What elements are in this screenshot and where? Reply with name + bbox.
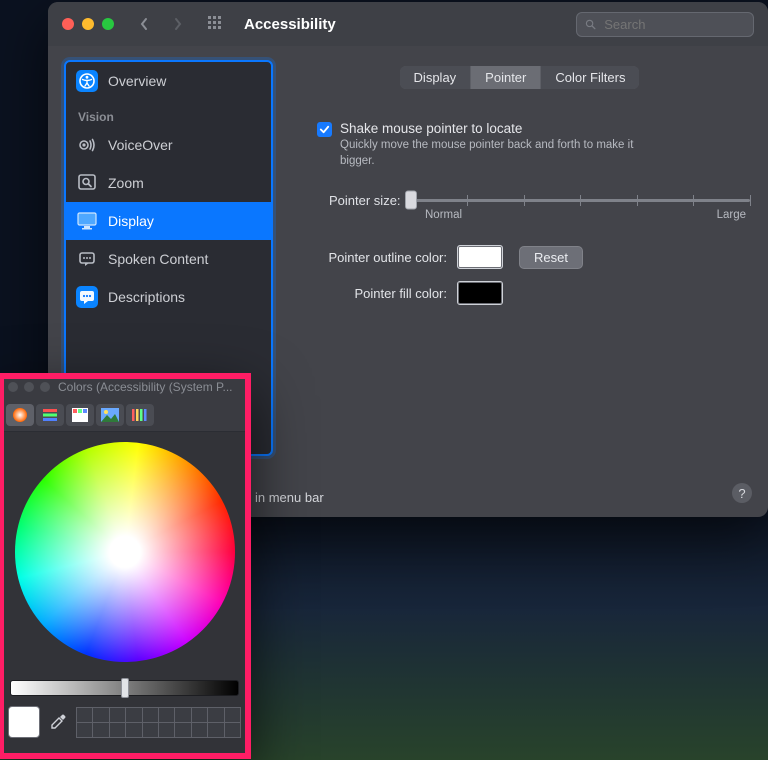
pointer-fill-color-well[interactable] — [457, 281, 503, 305]
spoken-content-icon — [76, 248, 98, 270]
tab-display[interactable]: Display — [400, 66, 472, 89]
picker-zoom-button[interactable] — [40, 382, 50, 392]
sidebar-item-label: Overview — [108, 73, 166, 89]
descriptions-icon — [76, 286, 98, 308]
shake-locate-label: Shake mouse pointer to locate — [340, 121, 670, 136]
color-picker-titlebar: Colors (Accessibility (System P... — [0, 375, 249, 399]
titlebar: Accessibility — [48, 2, 768, 46]
pointer-size-knob[interactable] — [405, 191, 417, 210]
pointer-outline-color-well[interactable] — [457, 245, 503, 269]
brightness-slider[interactable] — [10, 680, 239, 696]
content-pane: Display Pointer Color Filters Shake mous… — [283, 46, 768, 517]
sidebar-item-spoken-content[interactable]: Spoken Content — [66, 240, 271, 278]
pointer-fill-label: Pointer fill color: — [307, 286, 457, 301]
sidebar-item-label: Spoken Content — [108, 251, 208, 267]
pointer-size-max-label: Large — [717, 209, 746, 221]
color-picker-window-controls[interactable] — [8, 382, 50, 392]
voiceover-icon — [76, 134, 98, 156]
color-wheel-icon — [12, 407, 28, 423]
pointer-size-min-label: Normal — [425, 209, 462, 221]
sidebar-item-voiceover[interactable]: VoiceOver — [66, 126, 271, 164]
help-button[interactable]: ? — [732, 483, 752, 503]
chevron-left-icon — [139, 17, 149, 31]
tab-color-filters[interactable]: Color Filters — [541, 66, 639, 89]
sidebar-item-overview[interactable]: Overview — [66, 62, 271, 100]
check-icon — [319, 124, 330, 135]
grid-icon — [208, 16, 224, 32]
pencils-icon — [131, 407, 149, 423]
display-icon — [76, 210, 98, 232]
sidebar-item-zoom[interactable]: Zoom — [66, 164, 271, 202]
color-picker-title: Colors (Accessibility (System P... — [58, 380, 233, 394]
zoom-icon — [76, 172, 98, 194]
show-all-button[interactable] — [206, 14, 226, 34]
pointer-size-label: Pointer size: — [329, 193, 401, 208]
forward-button[interactable] — [166, 12, 190, 36]
accessibility-icon — [76, 70, 98, 92]
eyedropper-icon — [49, 713, 67, 731]
shake-locate-help: Quickly move the mouse pointer back and … — [340, 138, 670, 169]
search-field[interactable] — [576, 12, 754, 37]
chevron-right-icon — [173, 17, 183, 31]
picker-close-button[interactable] — [8, 382, 18, 392]
image-icon — [101, 408, 119, 422]
window-title: Accessibility — [244, 16, 336, 33]
search-icon — [585, 18, 596, 31]
sidebar-item-label: Zoom — [108, 175, 144, 191]
sidebar-item-descriptions[interactable]: Descriptions — [66, 278, 271, 316]
tab-pointer[interactable]: Pointer — [471, 66, 541, 89]
segmented-tabs: Display Pointer Color Filters — [400, 66, 640, 89]
picker-tab-pencils[interactable] — [126, 404, 154, 426]
close-window-button[interactable] — [62, 18, 74, 30]
palette-icon — [72, 408, 88, 422]
sidebar-item-label: Display — [108, 213, 154, 229]
brightness-knob[interactable] — [121, 678, 129, 698]
back-button[interactable] — [132, 12, 156, 36]
sidebar-section-vision: Vision — [66, 100, 271, 126]
eyedropper-button[interactable] — [48, 712, 68, 732]
zoom-window-button[interactable] — [102, 18, 114, 30]
search-input[interactable] — [602, 16, 745, 33]
color-wheel-cursor[interactable] — [116, 543, 134, 561]
sidebar-item-label: Descriptions — [108, 289, 185, 305]
pointer-size-slider[interactable] — [411, 191, 750, 209]
picker-tab-sliders[interactable] — [36, 404, 64, 426]
current-color-swatch[interactable] — [8, 706, 40, 738]
shake-locate-checkbox[interactable] — [317, 122, 332, 137]
color-picker-window: Colors (Accessibility (System P... — [0, 375, 249, 757]
reset-button[interactable]: Reset — [519, 246, 583, 269]
sliders-icon — [42, 408, 58, 422]
picker-minimize-button[interactable] — [24, 382, 34, 392]
minimize-window-button[interactable] — [82, 18, 94, 30]
color-swatch-grid[interactable] — [76, 707, 241, 738]
color-wheel[interactable] — [15, 442, 235, 662]
sidebar-item-display[interactable]: Display — [66, 202, 271, 240]
color-picker-mode-tabs — [0, 399, 249, 432]
window-controls — [62, 18, 114, 30]
menubar-option-partial: in menu bar — [255, 490, 324, 505]
pointer-outline-label: Pointer outline color: — [307, 250, 457, 265]
picker-tab-palettes[interactable] — [66, 404, 94, 426]
picker-tab-wheel[interactable] — [6, 404, 34, 426]
picker-tab-image[interactable] — [96, 404, 124, 426]
sidebar-item-label: VoiceOver — [108, 137, 173, 153]
